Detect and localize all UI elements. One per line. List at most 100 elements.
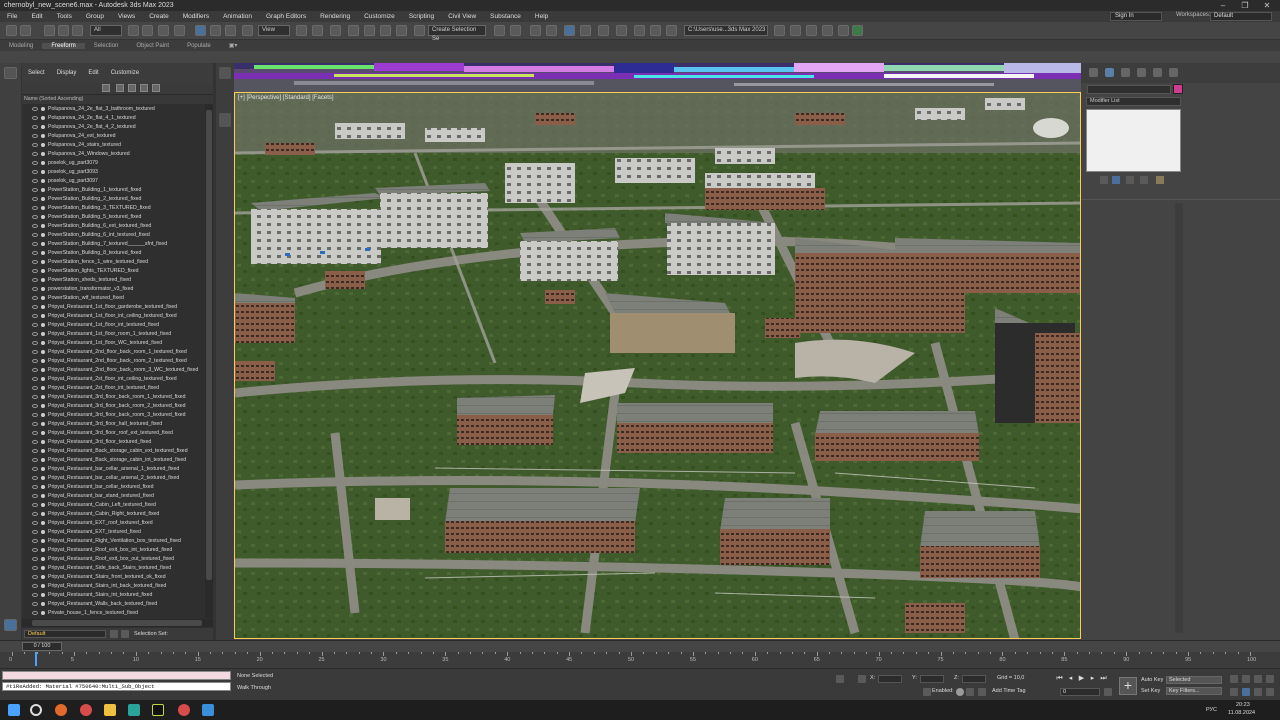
list-item[interactable]: Pripyat_Restaurant_3rd_floor_back_room_3… (22, 411, 205, 420)
list-item[interactable]: Polupanova_24_2e_flat_4_2_textured (22, 122, 205, 131)
keyboard-shortcut-icon[interactable] (330, 25, 341, 36)
visibility-eye-icon[interactable] (32, 286, 38, 291)
visibility-eye-icon[interactable] (32, 295, 38, 300)
pivot-icon[interactable] (296, 25, 307, 36)
rotate-icon[interactable] (210, 25, 221, 36)
menu-tools[interactable]: Tools (50, 13, 79, 20)
visibility-eye-icon[interactable] (32, 205, 38, 210)
chrome-icon[interactable] (80, 704, 92, 716)
visibility-eye-icon[interactable] (32, 494, 38, 499)
rendered-frame-window-icon[interactable] (650, 25, 661, 36)
viewport-layout-tab[interactable] (219, 113, 231, 127)
modify-tab-icon[interactable] (1105, 68, 1114, 77)
visibility-eye-icon[interactable] (32, 602, 38, 607)
list-item[interactable]: poselok_ug_part3079 (22, 158, 205, 167)
explorer-menu-display[interactable]: Display (51, 70, 83, 76)
list-item[interactable]: PowerStation_Building_3_TEXTURED_fixed (22, 203, 205, 212)
list-item[interactable]: Pripyat_Restaurant_Cabin_Right_textured_… (22, 510, 205, 519)
utilities-tab-icon[interactable] (1169, 68, 1178, 77)
list-item[interactable]: Polupanova_24_ext_textured (22, 131, 205, 140)
schematic-view-icon[interactable] (598, 25, 609, 36)
set-key-icon[interactable]: + (1119, 677, 1137, 695)
undo-icon[interactable] (6, 25, 17, 36)
maxscript-listener-output[interactable]: #t1ReAdded: Material #750640:Multi_Sub_O… (2, 682, 231, 691)
list-item[interactable]: Pripyat_Restaurant_Roof_exit_box_out_tex… (22, 555, 205, 564)
time-tag-icon[interactable] (966, 688, 974, 696)
playhead[interactable] (35, 652, 37, 666)
visibility-eye-icon[interactable] (32, 277, 38, 282)
visibility-eye-icon[interactable] (32, 178, 38, 183)
track-bar[interactable]: 0 5 10 15 20 25 30 35 40 45 50 55 60 65 70 75 80 85 90 95 10… (0, 652, 1280, 669)
browser-icon[interactable] (178, 704, 190, 716)
selection-filter-dropdown[interactable]: All (90, 25, 122, 36)
list-item[interactable]: PowerStation_Building_6_int_textured_fix… (22, 230, 205, 239)
time-configuration-icon[interactable] (1104, 688, 1112, 696)
visibility-eye-icon[interactable] (32, 467, 38, 472)
walkthrough-icon[interactable] (1242, 688, 1250, 696)
visibility-eye-icon[interactable] (32, 322, 38, 327)
list-item[interactable]: Pripyat_Restaurant_Side_back_Stairs_text… (22, 564, 205, 573)
list-item[interactable]: Pripyat_Restaurant_1st_floor_garderobe_t… (22, 302, 205, 311)
select-object-icon[interactable] (128, 25, 139, 36)
visibility-eye-icon[interactable] (32, 241, 38, 246)
visibility-eye-icon[interactable] (32, 160, 38, 165)
list-item[interactable]: Private_house_1_fence_textured_fixed (22, 609, 205, 618)
list-item[interactable]: Pripyat_Restaurant_EXT_textured_fixed (22, 528, 205, 537)
list-item[interactable]: Pripyat_Restaurant_bar_cellar_arsenal_1_… (22, 465, 205, 474)
list-item[interactable]: Pripyat_Restaurant_bar_stand_textured_fi… (22, 492, 205, 501)
reference-coordinate-dropdown[interactable]: View (258, 25, 290, 36)
visibility-eye-icon[interactable] (32, 340, 38, 345)
hierarchy-tab-icon[interactable] (1121, 68, 1130, 77)
auto-key-button[interactable]: Auto Key (1141, 677, 1163, 683)
visibility-eye-icon[interactable] (32, 367, 38, 372)
zoom-all-icon[interactable] (1242, 675, 1250, 683)
hierarchy-icon[interactable] (116, 84, 124, 92)
list-item[interactable]: PowerStation_Building_1_textured_fixed (22, 185, 205, 194)
visibility-eye-icon[interactable] (32, 151, 38, 156)
list-item[interactable]: Polupanova_24_2e_flat_4_1_textured (22, 113, 205, 122)
close-icon[interactable]: ✕ (1256, 0, 1278, 11)
visibility-eye-icon[interactable] (32, 593, 38, 598)
visibility-eye-icon[interactable] (32, 584, 38, 589)
visibility-eye-icon[interactable] (32, 106, 38, 111)
render-production-icon[interactable] (666, 25, 677, 36)
adaptive-degradation-icon[interactable] (923, 688, 931, 696)
tab-object-paint[interactable]: Object Paint (127, 43, 178, 49)
visibility-eye-icon[interactable] (32, 530, 38, 535)
list-item[interactable]: Pripyat_Restaurant_2nd_floor_back_room_2… (22, 356, 205, 365)
menu-create[interactable]: Create (142, 13, 176, 20)
list-item[interactable]: PowerStation_Building_5_textured_fixed (22, 212, 205, 221)
menu-civil-view[interactable]: Civil View (441, 13, 483, 20)
enabled-toggle[interactable] (956, 688, 964, 696)
bind-space-warp-icon[interactable] (72, 25, 83, 36)
next-frame-icon[interactable]: ▸ (1088, 675, 1097, 683)
list-item[interactable]: Pripyat_Restaurant_Roof_exit_box_int_tex… (22, 546, 205, 555)
absolute-mode-icon[interactable] (858, 675, 866, 683)
visibility-eye-icon[interactable] (32, 313, 38, 318)
visibility-eye-icon[interactable] (32, 304, 38, 309)
list-item[interactable]: Pripyat_Restaurant_3rd_floor_back_room_1… (22, 393, 205, 402)
3ds-max-taskbar-icon[interactable] (128, 704, 140, 716)
select-manipulate-icon[interactable] (312, 25, 323, 36)
visibility-eye-icon[interactable] (32, 250, 38, 255)
explorer-hscrollbar[interactable] (22, 619, 213, 627)
x-coord-field[interactable] (878, 675, 902, 683)
explorer-toggle-icon[interactable] (4, 619, 17, 631)
link-icon[interactable] (44, 25, 55, 36)
visibility-eye-icon[interactable] (32, 331, 38, 336)
viewport-label[interactable]: [+] [Perspective] [Standard] [Facets] (238, 95, 334, 101)
scrollbar-thumb[interactable] (206, 110, 212, 580)
windows-start-icon[interactable] (8, 704, 20, 716)
list-item[interactable]: PowerStation_sheds_textured_fixed (22, 275, 205, 284)
ribbon-options-icon[interactable]: ▣▾ (220, 42, 247, 49)
list-item[interactable]: Polupanova_24_2e_flat_3_bathroom_texture… (22, 104, 205, 113)
menu-views[interactable]: Views (111, 13, 142, 20)
zoom-icon[interactable] (1230, 675, 1238, 683)
unlink-icon[interactable] (58, 25, 69, 36)
sync-status-icon[interactable] (852, 25, 863, 36)
visibility-eye-icon[interactable] (32, 259, 38, 264)
list-item[interactable]: Pripyat_Restaurant_1st_floor_int_ceiling… (22, 311, 205, 320)
visibility-eye-icon[interactable] (32, 232, 38, 237)
visibility-eye-icon[interactable] (32, 404, 38, 409)
percent-snap-icon[interactable] (380, 25, 391, 36)
